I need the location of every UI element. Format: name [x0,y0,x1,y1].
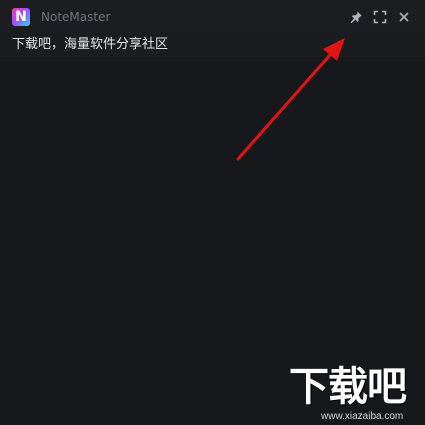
window-title: NoteMaster [41,10,111,24]
app-logo-letter: N [15,9,27,25]
note-text[interactable]: 下载吧，海量软件分享社区 [12,37,168,53]
pin-button[interactable] [347,8,365,26]
watermark-logo: 下载吧 [289,364,407,410]
close-icon [399,12,409,22]
title-bar[interactable]: N NoteMaster [0,0,425,33]
app-logo-icon: N [12,8,30,26]
fullscreen-icon [373,10,387,24]
watermark: 下载吧 www.xiazaiba.com [283,362,425,425]
notemaster-window: N NoteMaster 下载吧，海量软件分享社区 下载吧 www.xiazai… [0,0,425,425]
watermark-url: www.xiazaiba.com [321,411,404,422]
close-button[interactable] [395,8,413,26]
fullscreen-button[interactable] [371,8,389,26]
pin-icon [350,11,362,24]
